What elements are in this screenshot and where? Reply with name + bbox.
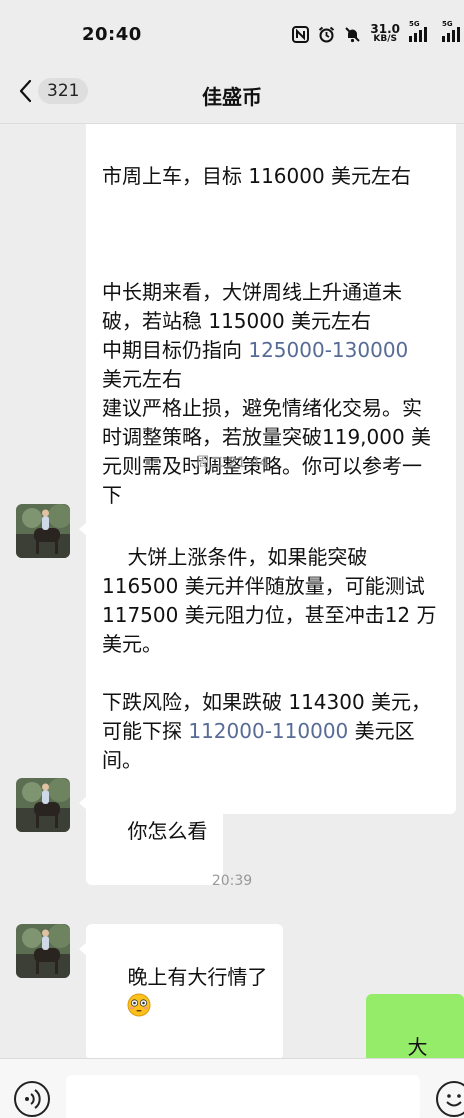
emoji-button[interactable] (436, 1081, 464, 1117)
message-text: 中长期来看，大饼周线上升通道未破，若站稳 115000 美元左右 中期目标仍指向… (102, 280, 432, 507)
avatar-image (16, 778, 70, 832)
message-bubble[interactable]: 你怎么看 (78, 778, 224, 885)
unread-count-badge: 321 (38, 78, 89, 104)
message-text: 晚上有大行情了 (127, 965, 268, 989)
input-bar (0, 1058, 464, 1118)
message-list[interactable]: 市周上车，目标 116000 美元左右 中长期来看，大饼周线上升通道未破，若站稳… (0, 124, 464, 1058)
status-bar: 20:40 31.0 KB/S 5G 5G (0, 0, 464, 68)
chevron-left-icon (19, 79, 32, 103)
message-partial-line: 市周上车，目标 116000 美元左右 (102, 164, 412, 188)
price-range-link[interactable]: 125000-130000 (248, 338, 408, 362)
avatar[interactable] (16, 504, 70, 558)
signal-icon: 5G (409, 20, 427, 42)
avatar-image (16, 924, 70, 978)
sim1-label: 5G (409, 20, 420, 28)
network-speed: 31.0 KB/S (370, 23, 400, 44)
message-bubble[interactable]: 大饼上涨条件，如果能突破116500 美元并伴随放量，可能测试 117500 美… (79, 504, 456, 814)
net-speed-unit: KB/S (373, 34, 397, 44)
message-input[interactable] (66, 1075, 420, 1118)
price-range-link[interactable]: 112000-110000 (188, 719, 348, 743)
timestamp: 20:39 (211, 873, 253, 889)
message-text: 你怎么看 (127, 819, 208, 843)
message-bubble[interactable]: 晚上有大行情了 (78, 924, 284, 1058)
voice-input-button[interactable] (14, 1081, 50, 1117)
message-text: 大涨? (407, 1035, 428, 1058)
sim2-label: 5G (442, 20, 453, 28)
chat-title: 佳盛币 (202, 85, 262, 109)
timestamp: 周二 21:44 (195, 455, 269, 471)
avatar-image (16, 504, 70, 558)
signal-icon: 5G (442, 20, 460, 42)
alarm-icon (319, 26, 335, 42)
message-bubble-own[interactable]: 大涨? (366, 994, 464, 1058)
status-time: 20:40 (82, 23, 142, 45)
flushed-face-emoji-icon (127, 993, 151, 1017)
avatar[interactable] (16, 924, 70, 978)
chat-header: 321 佳盛币 (0, 68, 464, 124)
back-button[interactable]: 321 (18, 78, 89, 104)
mute-icon (345, 26, 361, 42)
nfc-icon (292, 25, 310, 43)
status-icons: 31.0 KB/S 5G 5G (292, 20, 464, 44)
voice-icon (25, 1089, 41, 1109)
smiley-icon (446, 1094, 462, 1107)
avatar[interactable] (16, 778, 70, 832)
